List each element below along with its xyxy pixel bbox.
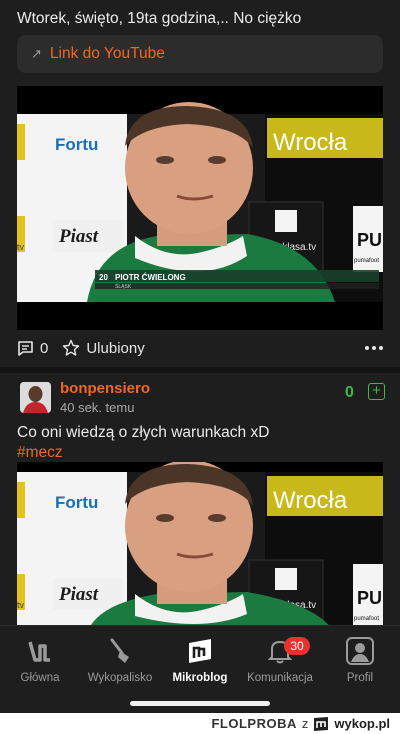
external-link-icon: ↗ — [31, 46, 42, 61]
shovel-icon — [110, 638, 129, 663]
puma-small-text: pumafoot — [354, 258, 379, 264]
post-card: Wtorek, święto, 19ta godzina,.. No ciężk… — [0, 0, 400, 367]
favorite-button[interactable]: Ulubiony — [62, 339, 145, 357]
video-embed[interactable]: Fortu Piast tv Wrocła ekstraklasa.tv PU … — [17, 86, 383, 330]
video-thumbnail: Fortu Piast tv Wrocła ekstraklasa.tv PU … — [17, 86, 383, 330]
puma-small-text: pumafoot — [354, 616, 379, 622]
nav-item-home[interactable]: Główna — [0, 634, 80, 684]
hashtag-link[interactable]: #mecz — [17, 443, 269, 463]
profile-icon — [346, 637, 374, 665]
channel-text: tv — [17, 242, 25, 252]
avatar[interactable] — [20, 382, 51, 413]
home-indicator[interactable] — [130, 701, 270, 706]
sponsor-left-text: Fortu — [55, 135, 98, 154]
brand-name: wykop.pl — [334, 716, 390, 731]
source-label: FLOLPROBA — [211, 716, 297, 731]
video-thumbnail: Fortu Piast tv Wrocła ekstraklasa.tv PU … — [17, 462, 383, 633]
home-logo-icon — [28, 641, 50, 662]
upvote-button[interactable]: + — [368, 383, 385, 400]
post-text: Wtorek, święto, 19ta godzina,.. No ciężk… — [17, 10, 302, 27]
nav-item-profil[interactable]: Profil — [320, 634, 400, 684]
username[interactable]: bonpensiero — [60, 380, 150, 397]
caption-number: 20 — [99, 273, 108, 282]
youtube-link-label: Link do YouTube — [49, 45, 165, 62]
post-text: Co oni wiedzą o złych warunkach xD #mecz — [17, 423, 269, 463]
nav-item-wykopalisko[interactable]: Wykopalisko — [80, 634, 160, 684]
piast-logo-text: Piast — [58, 226, 99, 247]
nav-item-komunikacja[interactable]: 30 Komunikacja — [240, 634, 320, 684]
more-options-icon[interactable] — [365, 346, 383, 350]
nav-label: Komunikacja — [247, 672, 313, 684]
caption-club: ŚLĄSK — [115, 282, 132, 290]
comments-button[interactable]: 0 — [17, 340, 48, 357]
caption-name: PIOTR ĆWIELONG — [115, 273, 186, 282]
post-card: bonpensiero 40 sek. temu 0 + Co oni wied… — [0, 373, 400, 633]
favorite-label: Ulubiony — [86, 339, 145, 357]
vote-count: 0 — [345, 384, 354, 401]
comments-count: 0 — [40, 339, 49, 357]
post-actions: 0 Ulubiony — [17, 336, 383, 360]
nav-label: Profil — [346, 672, 374, 684]
notification-badge: 30 — [284, 637, 310, 655]
piast-logo-text: Piast — [58, 584, 99, 605]
nav-label: Mikroblog — [172, 672, 228, 684]
avatar-image — [20, 382, 51, 413]
source-separator: z — [301, 716, 309, 731]
nav-label: Główna — [20, 672, 60, 684]
app-screen: Wtorek, święto, 19ta godzina,.. No ciężk… — [0, 0, 400, 713]
sponsor-right-text: Wrocła — [273, 487, 348, 514]
puma-text: PU — [357, 588, 382, 608]
video-embed[interactable]: Fortu Piast tv Wrocła ekstraklasa.tv PU … — [17, 462, 383, 633]
post-time: 40 sek. temu — [60, 400, 135, 415]
sponsor-left-text: Fortu — [55, 493, 98, 512]
youtube-link-button[interactable]: ↗ Link do YouTube — [17, 35, 383, 73]
puma-text: PU — [357, 230, 382, 250]
channel-text: tv — [17, 600, 25, 610]
sponsor-right-text: Wrocła — [273, 129, 348, 156]
nav-label: Wykopalisko — [87, 672, 153, 684]
wykop-logo-icon — [314, 716, 329, 731]
bottom-navigation: Główna Wykopalisko Mikroblog 30 Komunika… — [0, 625, 400, 713]
comment-icon — [18, 340, 33, 356]
watermark-footer: FLOLPROBA z wykop.pl — [0, 713, 400, 734]
mikroblog-icon — [189, 639, 211, 663]
star-icon — [63, 339, 80, 356]
nav-item-mikroblog[interactable]: Mikroblog — [160, 634, 240, 684]
post-text-body: Co oni wiedzą o złych warunkach xD — [17, 424, 270, 441]
